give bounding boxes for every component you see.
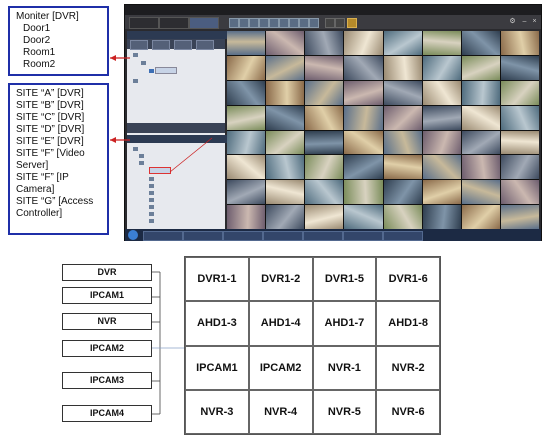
- grid-cell: NVR-2: [376, 345, 440, 390]
- source-box: DVR: [62, 264, 152, 281]
- channel-grid: DVR1-1 DVR1-2 DVR1-5 DVR1-6 AHD1-3 AHD1-…: [184, 256, 441, 435]
- camera-callout-line: [169, 137, 213, 173]
- grid-cell: DVR1-6: [376, 257, 440, 302]
- grid-cell: NVR-4: [248, 389, 313, 434]
- grid-cell: DVR1-2: [248, 257, 313, 302]
- source-box: IPCAM2: [62, 340, 152, 357]
- source-box: IPCAM4: [62, 405, 152, 422]
- source-box: IPCAM3: [62, 372, 152, 389]
- arrow-head: [110, 137, 116, 143]
- grid-cell: DVR1-5: [312, 257, 377, 302]
- grid-cell: AHD1-3: [185, 301, 249, 346]
- grid-cell: NVR-5: [312, 389, 377, 434]
- grid-cell: NVR-3: [185, 389, 249, 434]
- arrow-head: [110, 55, 116, 61]
- grid-cell: AHD1-7: [312, 301, 377, 346]
- grid-cell: NVR-1: [312, 345, 377, 390]
- grid-cell: AHD1-8: [376, 301, 440, 346]
- grid-cell: AHD1-4: [248, 301, 313, 346]
- grid-cell: NVR-6: [376, 389, 440, 434]
- grid-cell: DVR1-1: [185, 257, 249, 302]
- source-box: NVR: [62, 313, 152, 330]
- source-box: IPCAM1: [62, 287, 152, 304]
- grid-cell: IPCAM2: [248, 345, 313, 390]
- grid-cell: IPCAM1: [185, 345, 249, 390]
